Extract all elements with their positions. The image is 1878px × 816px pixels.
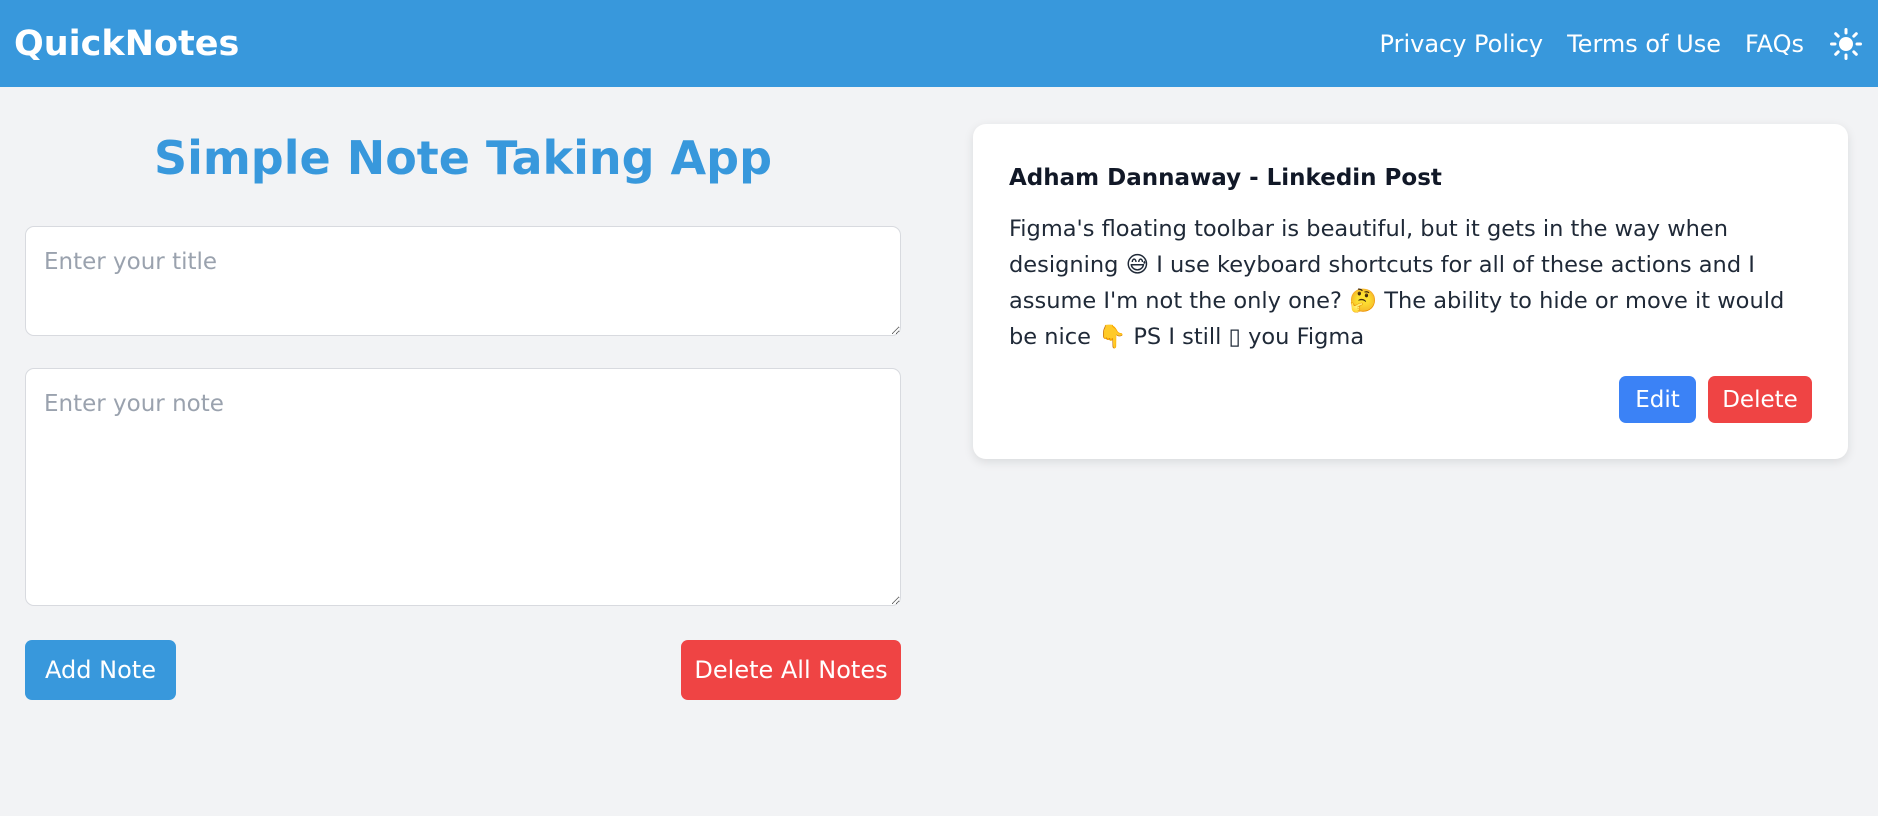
page-title: Simple Note Taking App <box>153 131 773 185</box>
nav-link-privacy-policy[interactable]: Privacy Policy <box>1380 30 1544 58</box>
nav-link-terms-of-use[interactable]: Terms of Use <box>1567 30 1721 58</box>
note-title: Adham Dannaway - Linkedin Post <box>1009 165 1442 191</box>
note-body: Figma's floating toolbar is beautiful, b… <box>1009 216 1785 350</box>
title-input[interactable] <box>25 226 901 336</box>
nav-link-faqs[interactable]: FAQs <box>1745 30 1804 58</box>
note-actions: Edit Delete <box>1619 376 1812 423</box>
note-editor: Simple Note Taking App Add Note Delete A… <box>25 87 901 700</box>
theme-toggle-button[interactable] <box>1828 26 1864 62</box>
edit-note-button[interactable]: Edit <box>1619 376 1696 423</box>
delete-all-notes-button[interactable]: Delete All Notes <box>681 640 901 700</box>
navbar: QuickNotes Privacy Policy Terms of Use F… <box>0 0 1878 87</box>
brand-logo[interactable]: QuickNotes <box>14 24 239 64</box>
nav-links: Privacy Policy Terms of Use FAQs <box>1356 26 1864 62</box>
note-input[interactable] <box>25 368 901 606</box>
delete-note-button[interactable]: Delete <box>1708 376 1812 423</box>
sun-icon <box>1830 27 1862 60</box>
add-note-button[interactable]: Add Note <box>25 640 176 700</box>
note-card: Adham Dannaway - Linkedin Post Figma's f… <box>973 124 1848 459</box>
